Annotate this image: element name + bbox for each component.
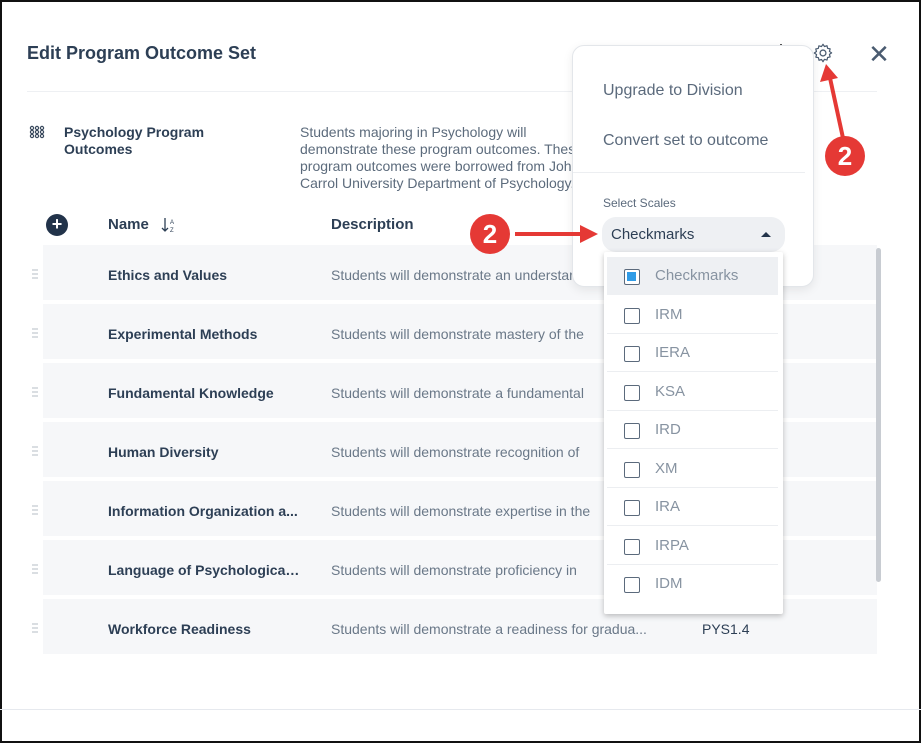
checkbox-icon[interactable] — [624, 346, 640, 362]
scale-option[interactable]: Checkmarks — [607, 257, 778, 295]
scale-option-label: IDM — [655, 575, 683, 592]
scale-option[interactable]: IRPA — [607, 527, 778, 565]
row-description: Students will demonstrate a readiness fo… — [331, 621, 647, 637]
drag-handle-icon[interactable] — [31, 564, 39, 574]
scale-option-label: IRD — [655, 421, 681, 438]
scale-option[interactable]: XM — [607, 450, 778, 488]
svg-text:Z: Z — [170, 228, 174, 234]
gear-icon[interactable] — [812, 42, 834, 64]
scale-option[interactable]: IRM — [607, 296, 778, 334]
outcome-set-name: Psychology Program Outcomes — [64, 124, 205, 157]
checkbox-icon[interactable] — [624, 423, 640, 439]
svg-text:A: A — [170, 220, 174, 226]
callout-badge-select: 2 — [470, 214, 510, 254]
scale-option[interactable]: IDM — [607, 565, 778, 603]
outcome-set-icon — [29, 125, 45, 139]
drag-handle-icon[interactable] — [31, 328, 39, 338]
scale-option[interactable]: IRA — [607, 488, 778, 526]
scrollbar[interactable] — [876, 248, 881, 582]
menu-divider — [573, 172, 805, 173]
scales-select[interactable]: Checkmarks — [602, 217, 785, 252]
sort-az-icon[interactable]: A Z — [160, 216, 178, 234]
add-outcome-button[interactable]: + — [46, 214, 68, 236]
row-name[interactable]: Experimental Methods — [108, 326, 303, 342]
caret-up-icon — [761, 232, 771, 237]
select-scales-label: Select Scales — [603, 196, 676, 210]
checkbox-icon[interactable] — [624, 385, 640, 401]
checkbox-icon[interactable] — [624, 577, 640, 593]
drag-handle-icon[interactable] — [31, 446, 39, 456]
column-header-description: Description — [331, 216, 414, 233]
row-code: PYS1.4 — [702, 621, 750, 637]
drag-handle-icon[interactable] — [31, 623, 39, 633]
callout-badge-gear: 2 — [825, 136, 865, 176]
scale-option[interactable]: IRD — [607, 411, 778, 449]
scale-option-label: XM — [655, 460, 678, 477]
close-icon[interactable]: ✕ — [866, 41, 892, 67]
drag-handle-icon[interactable] — [31, 269, 39, 279]
scales-dropdown: Checkmarks IRM IERA KSA IRD XM IRA IRPA … — [604, 252, 783, 614]
scale-option-label: KSA — [655, 383, 686, 400]
row-name[interactable]: Language of Psychological ... — [108, 562, 303, 578]
menu-item-upgrade-to-division[interactable]: Upgrade to Division — [603, 82, 743, 100]
dialog-title: Edit Program Outcome Set — [27, 43, 257, 63]
scale-option-label: IRA — [655, 498, 681, 515]
drag-handle-icon[interactable] — [31, 505, 39, 515]
row-name[interactable]: Information Organization a... — [108, 503, 303, 519]
footer-divider — [0, 709, 921, 710]
scale-option-label: Checkmarks — [655, 267, 739, 284]
checkbox-icon[interactable] — [624, 500, 640, 516]
row-name[interactable]: Fundamental Knowledge — [108, 385, 303, 401]
checkbox-icon[interactable] — [624, 269, 640, 285]
scale-option[interactable]: IERA — [607, 334, 778, 372]
menu-item-convert-set[interactable]: Convert set to outcome — [603, 132, 768, 150]
row-name[interactable]: Ethics and Values — [108, 267, 303, 283]
scale-option-label: IRPA — [655, 537, 689, 554]
checkbox-icon[interactable] — [624, 308, 640, 324]
scale-option-label: IERA — [655, 344, 691, 361]
checkbox-icon[interactable] — [624, 462, 640, 478]
row-name[interactable]: Workforce Readiness — [108, 621, 303, 637]
outcome-set-description: Students majoring in Psychology will dem… — [300, 124, 584, 191]
scale-option[interactable]: KSA — [607, 373, 778, 411]
column-header-name[interactable]: Name — [108, 216, 149, 233]
scale-option-label: IRM — [655, 306, 683, 323]
row-name[interactable]: Human Diversity — [108, 444, 303, 460]
checkbox-icon[interactable] — [624, 539, 640, 555]
scales-select-value: Checkmarks — [611, 226, 695, 243]
drag-handle-icon[interactable] — [31, 387, 39, 397]
